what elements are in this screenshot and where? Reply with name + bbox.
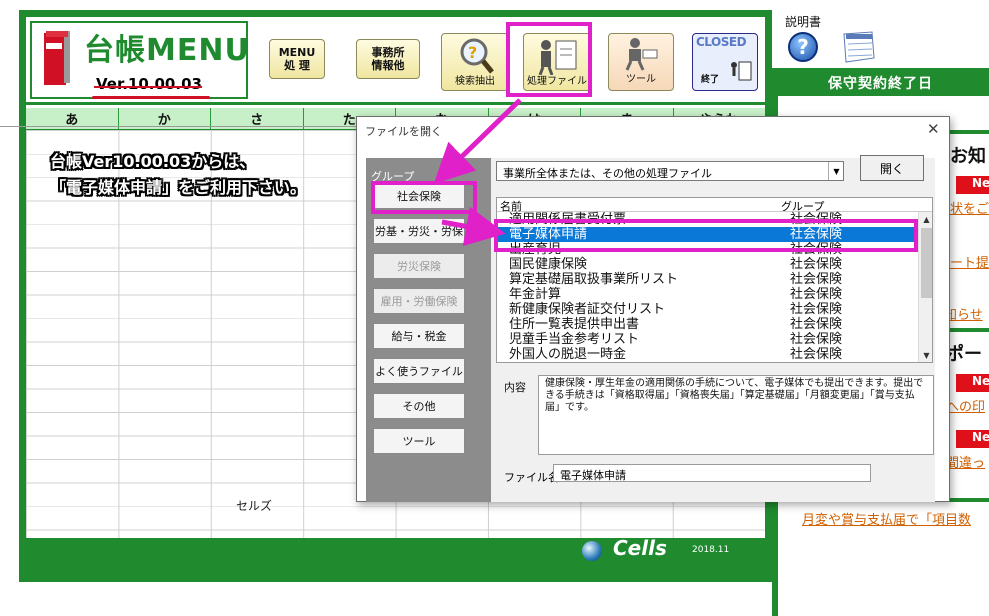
file-list-scrollbar[interactable]: ▲ ▼ [918,212,932,362]
file-group: 社会保険 [790,347,843,362]
new-badge: Ne [956,176,989,194]
file-list-item[interactable]: 算定基礎届取扱事業所リスト 社会保険 [497,272,917,287]
file-list-item[interactable]: 新健康保険者証交付リスト 社会保険 [497,302,917,317]
file-category-value: 事業所全体または、その他の処理ファイル [503,167,712,180]
group-labor-standards[interactable]: 労基・労災・労保 [373,218,465,244]
group-favorites[interactable]: よく使うファイル [373,358,465,384]
footer-date: 2018.11 [692,545,730,555]
highlight-process-file [506,22,592,97]
open-button[interactable]: 開く [860,155,924,181]
support-heading: ポー [946,344,982,365]
close-icon[interactable]: ✕ [927,120,940,138]
book-icon [44,31,70,85]
group-salary-tax[interactable]: 給与・税金 [373,323,465,349]
file-group: 社会保険 [790,272,843,287]
file-name: 新健康保険者証交付リスト [509,302,666,317]
exit-label: 終了 [701,75,720,85]
app-header: 台帳MENU Ver.10.00.03 MENU 処 理 事務所 情報他 ? 検… [26,17,765,105]
cells-label: セルズ [236,499,273,513]
file-group: 社会保険 [790,317,843,332]
menu-button-label: MENU 処 理 [278,46,316,72]
tool-worker-icon [625,38,658,71]
file-name: 外国人の脱退一時金 [509,347,627,362]
filename-field[interactable]: 電子媒体申請 [553,464,871,482]
notice-link-1[interactable]: 状をご [950,198,989,217]
file-list-item[interactable]: 児童手当金参考リスト 社会保険 [497,332,917,347]
globe-icon [582,541,602,561]
new-badge-2: Ne [956,374,989,392]
open-file-dialog: ファイルを開く ✕ グループ 社会保険 労基・労災・労保 労災保険 雇用・労働保… [356,116,950,502]
highlight-electronic-filing [494,219,918,252]
calendar-icon[interactable] [838,30,876,64]
faq-link[interactable]: 月変や賞与支払届で「項目数 [802,509,971,528]
search-extract-label: 検索抽出 [455,76,495,87]
description-box: 健康保険・厚生年金の適用関係の手続について、電子媒体でも提出できます。提出できる… [538,375,934,455]
exit-door-icon [731,61,752,81]
svg-text:?: ? [468,43,477,62]
group-other[interactable]: その他 [373,393,465,419]
description-label: 内容 [504,381,526,394]
group-tools[interactable]: ツール [373,428,465,454]
manual-label: 説明書 [785,15,822,29]
chevron-down-icon[interactable]: ▼ [828,162,843,180]
office-info-button[interactable]: 事務所 情報他 [356,39,420,79]
tool-button[interactable]: ツール [608,33,674,91]
screen: 台帳MENU Ver.10.00.03 MENU 処 理 事務所 情報他 ? 検… [0,0,989,616]
scroll-thumb[interactable] [921,228,932,298]
file-name: 年金計算 [509,287,562,302]
file-name: 国民健康保険 [509,257,588,272]
office-info-button-label: 事務所 情報他 [371,46,405,72]
search-extract-button[interactable]: ? 検索抽出 [441,33,509,91]
help-icon[interactable]: ? [788,32,818,62]
annotation-line-1: 台帳Ver10.00.03からは、 [50,152,256,171]
file-name: 住所一覧表提供申出書 [509,317,640,332]
file-group: 社会保険 [790,257,843,272]
file-name: 算定基礎届取扱事業所リスト [509,272,679,287]
footer-brand: Cells [613,536,667,560]
closed-badge: CLOSED [696,35,747,49]
version-underline [92,96,210,99]
app-logo-title: 台帳MENU [84,33,250,68]
scroll-down-icon[interactable]: ▼ [919,348,932,362]
scroll-up-icon[interactable]: ▲ [919,212,932,226]
file-name: 児童手当金参考リスト [509,332,640,347]
file-list-header: 名前 グループ [497,198,932,213]
magnifier-icon: ? [460,38,494,74]
menu-button[interactable]: MENU 処 理 [269,39,325,79]
annotation-line-2: 「電子媒体申請」をご利用下さい。 [50,178,307,197]
maintenance-end-title: 保守契約終了日 [828,76,933,92]
dialog-title: ファイルを開く [365,125,442,138]
version-underline-accent [94,86,202,88]
new-badge-3: Ne [956,430,989,448]
group-workers-comp: 労災保険 [373,253,465,279]
annotation-text: 台帳Ver10.00.03からは、 「電子媒体申請」をご利用下さい。 [50,149,306,201]
notice-heading: お知 [950,146,986,167]
file-list-item[interactable]: 年金計算 社会保険 [497,287,917,302]
file-category-select[interactable]: 事業所全体または、その他の処理ファイル ▼ [496,161,844,181]
divider-line [0,126,358,127]
support-link-1[interactable]: への印 [946,396,985,415]
support-link-2[interactable]: 間違っ [946,452,985,471]
file-list-item[interactable]: 外国人の脱退一時金 社会保険 [497,347,917,362]
exit-button[interactable]: CLOSED 終了 [692,33,758,91]
file-group: 社会保険 [790,287,843,302]
tool-label: ツール [626,74,656,85]
file-group: 社会保険 [790,332,843,347]
file-group: 社会保険 [790,302,843,317]
notice-link-2[interactable]: ート提 [950,252,989,271]
file-list-item[interactable]: 国民健康保険 社会保険 [497,257,917,272]
filename-label: ファイル名 [504,471,559,484]
group-employment-insurance: 雇用・労働保険 [373,288,465,314]
file-list-item[interactable]: 住所一覧表提供申出書 社会保険 [497,317,917,332]
version-label: Ver.10.00.03 [96,75,202,93]
highlight-social-insurance [371,181,477,214]
